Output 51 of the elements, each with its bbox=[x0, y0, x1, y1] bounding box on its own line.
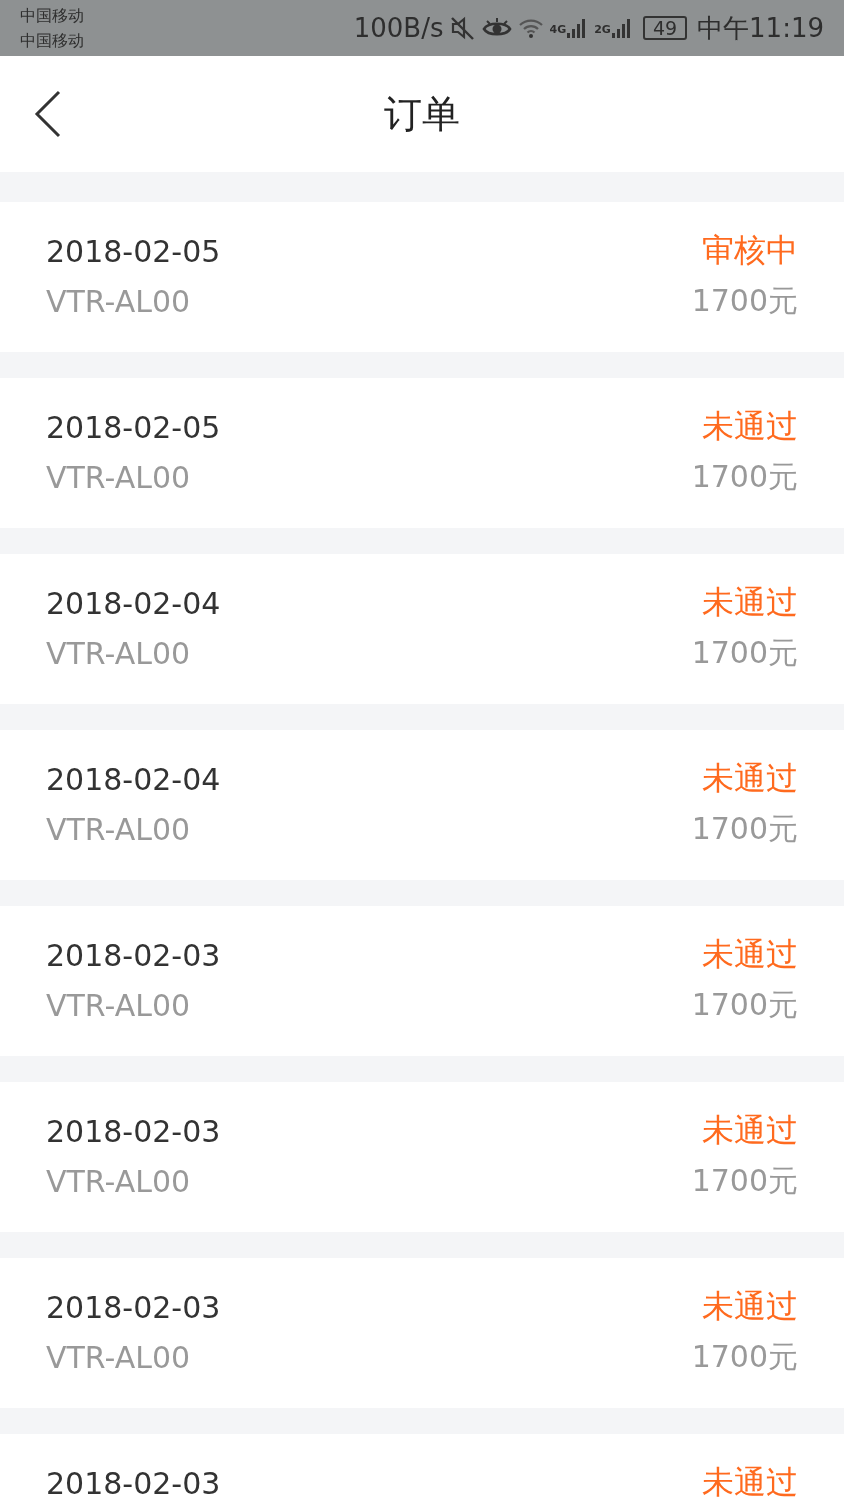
order-date: 2018-02-04 bbox=[46, 761, 221, 797]
order-status: 未通过 bbox=[702, 1462, 798, 1500]
order-card[interactable]: 2018-02-03 未通过 bbox=[0, 1434, 844, 1500]
network-speed: 100B/s bbox=[353, 13, 444, 43]
order-date: 2018-02-03 bbox=[46, 937, 221, 973]
signal-icon bbox=[610, 17, 633, 39]
order-date: 2018-02-05 bbox=[46, 409, 221, 445]
order-card[interactable]: 2018-02-03 未通过 VTR-AL00 1700元 bbox=[0, 1258, 844, 1408]
order-status: 未通过 bbox=[702, 582, 798, 623]
carrier-name: 中国移动 bbox=[20, 5, 84, 27]
order-card[interactable]: 2018-02-03 未通过 VTR-AL00 1700元 bbox=[0, 1082, 844, 1232]
device-model: VTR-AL00 bbox=[46, 283, 191, 319]
order-card[interactable]: 2018-02-03 未通过 VTR-AL00 1700元 bbox=[0, 906, 844, 1056]
order-status: 未通过 bbox=[702, 1286, 798, 1327]
clock: 中午11:19 bbox=[697, 11, 824, 45]
device-model: VTR-AL00 bbox=[46, 635, 191, 671]
order-amount: 1700元 bbox=[691, 1161, 798, 1200]
order-card[interactable]: 2018-02-04 未通过 VTR-AL00 1700元 bbox=[0, 730, 844, 880]
order-date: 2018-02-04 bbox=[46, 585, 221, 621]
order-amount: 1700元 bbox=[691, 985, 798, 1024]
order-card[interactable]: 2018-02-05 未通过 VTR-AL00 1700元 bbox=[0, 378, 844, 528]
order-amount: 1700元 bbox=[691, 281, 798, 320]
order-date: 2018-02-03 bbox=[46, 1113, 221, 1149]
carrier-name: 中国移动 bbox=[20, 30, 84, 52]
back-icon[interactable] bbox=[34, 90, 62, 138]
order-status: 未通过 bbox=[702, 406, 798, 447]
network-type: 4G bbox=[549, 22, 567, 36]
order-amount: 1700元 bbox=[691, 1337, 798, 1376]
device-model: VTR-AL00 bbox=[46, 987, 191, 1023]
network-type: 2G bbox=[594, 22, 611, 36]
order-amount: 1700元 bbox=[691, 457, 798, 496]
page-title: 订单 bbox=[384, 90, 460, 138]
order-status: 未通过 bbox=[702, 758, 798, 799]
order-status: 未通过 bbox=[702, 1110, 798, 1151]
device-model: VTR-AL00 bbox=[46, 1163, 191, 1199]
wifi-icon bbox=[517, 17, 544, 39]
order-date: 2018-02-03 bbox=[46, 1465, 221, 1500]
order-status: 未通过 bbox=[702, 934, 798, 975]
order-date: 2018-02-03 bbox=[46, 1289, 221, 1325]
device-model: VTR-AL00 bbox=[46, 811, 191, 847]
battery-level: 49 bbox=[642, 16, 688, 40]
order-amount: 1700元 bbox=[691, 633, 798, 672]
device-model: VTR-AL00 bbox=[46, 459, 191, 495]
order-amount: 1700元 bbox=[691, 809, 798, 848]
order-card[interactable]: 2018-02-04 未通过 VTR-AL00 1700元 bbox=[0, 554, 844, 704]
mute-icon bbox=[449, 15, 476, 41]
eye-icon bbox=[481, 17, 512, 39]
order-status: 审核中 bbox=[702, 230, 798, 271]
order-date: 2018-02-05 bbox=[46, 233, 221, 269]
order-card[interactable]: 2018-02-05 审核中 VTR-AL00 1700元 bbox=[0, 202, 844, 352]
device-model: VTR-AL00 bbox=[46, 1339, 191, 1375]
